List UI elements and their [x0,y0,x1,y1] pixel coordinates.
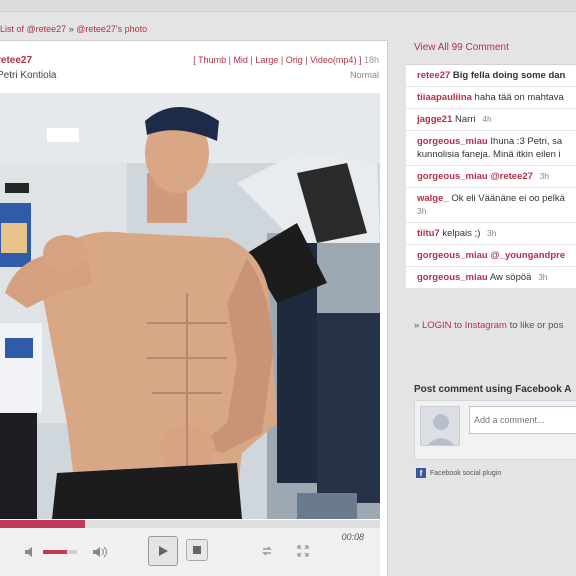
size-link-thumb[interactable]: Thumb [198,55,226,65]
play-icon [159,546,168,556]
comment-item: tiitu7 kelpais ;) 3h [406,223,576,245]
comments-column: View All 99 Comment retee27 Big fella do… [406,36,576,576]
avatar [420,406,460,446]
comment-user[interactable]: retee27 [417,70,450,81]
breadcrumb-list-link[interactable]: List of @retee27 [0,24,66,34]
volume-max-icon[interactable] [92,545,108,559]
default-avatar-icon [421,407,459,445]
login-suffix: to like or pos [509,320,564,331]
comment-time: 3h [538,272,548,282]
view-all-comments-link[interactable]: View All 99 Comment [414,42,509,53]
volume-mute-icon[interactable] [23,545,37,559]
video-time: 00:08 [341,532,364,542]
comment-user[interactable]: gorgeous_miau [417,171,488,182]
size-link-orig[interactable]: Orig [286,55,303,65]
view-mode-label: Normal [349,70,379,80]
facebook-icon: f [416,468,426,478]
photo-card: retee27 Petri Kontiola [ Thumb | Mid | L… [0,40,388,576]
video-progress-fill [0,520,86,528]
size-link-mid[interactable]: Mid [233,55,248,65]
comment-item: gorgeous_miau @retee27 3h [406,166,576,188]
poster-username[interactable]: retee27 [0,55,32,66]
facebook-comment-box [414,400,576,460]
comment-text: Ihuna :3 Petri, sa [490,136,563,147]
facebook-comment-input[interactable] [469,406,576,434]
comment-text: kelpais ;) [442,228,481,239]
facebook-comment-title: Post comment using Facebook A [414,384,572,395]
comment-text-continued: kunnolisia faneja. Minä itkin eilen i [417,149,561,160]
comment-mention[interactable]: @retee27 [490,171,533,182]
comment-user[interactable]: gorgeous_miau [417,136,488,147]
comment-item: gorgeous_miau @_youngandpre [406,245,576,267]
comment-user[interactable]: gorgeous_miau [417,250,488,261]
video-frame[interactable] [0,93,380,519]
comment-item: walge_ Ok eli Väänäne ei oo pelkä 3h [406,188,576,223]
comment-time: 4h [482,114,492,124]
comment-text: Aw söpöä [489,272,532,283]
stop-button[interactable] [186,539,208,561]
comment-text: haha tää on mahtava [474,92,564,103]
video-controls: 00:08 [0,528,380,576]
comment-item: retee27 Big fella doing some dan [406,65,576,87]
fullscreen-button[interactable] [295,543,311,559]
login-prompt: » LOGIN to Instagram to like or pos [414,320,563,331]
loop-icon [262,546,272,556]
comment-text: Narri [455,114,476,125]
breadcrumb-separator: » [68,24,74,34]
comment-user[interactable]: jagge21 [417,114,452,125]
comment-list: retee27 Big fella doing some dan tiiaapa… [406,64,576,289]
comment-item: gorgeous_miau Aw söpöä 3h [406,267,576,289]
volume-slider[interactable] [43,550,77,554]
size-link-video[interactable]: Video(mp4) [310,55,356,65]
comment-mention[interactable]: @_youngandpre [490,250,565,261]
play-button[interactable] [148,536,178,566]
breadcrumb: List of @retee27 » @retee27's photo [0,24,147,34]
login-arrow: » [414,320,420,331]
video-progress-bar[interactable] [0,520,380,528]
comment-time: 3h [417,206,427,216]
facebook-plugin-label: f Facebook social plugin [416,468,501,478]
breadcrumb-photo-link[interactable]: @retee27's photo [76,24,147,34]
post-time: 18h [363,55,379,65]
comment-user[interactable]: tiiaapauliina [417,92,472,103]
volume-fill [43,550,67,554]
poster-full-name: Petri Kontiola [0,70,57,81]
comment-text: Big fella doing some dan [452,70,566,81]
comment-user[interactable]: gorgeous_miau [417,272,488,283]
comment-text: Ok eli Väänäne ei oo pelkä [451,193,565,204]
loop-button[interactable] [259,543,275,559]
size-links: [ Thumb | Mid | Large | Orig | Video(mp4… [193,55,379,65]
comment-time: 3h [539,171,550,181]
comment-item: jagge21 Narri 4h [406,109,576,131]
comment-item: gorgeous_miau Ihuna :3 Petri, sa kunnoli… [406,131,576,166]
video-still [0,93,380,519]
fullscreen-icon [297,545,309,557]
comment-time: 3h [487,228,497,238]
comment-user[interactable]: tiitu7 [417,228,440,239]
stop-icon [193,546,201,554]
login-instagram-link[interactable]: LOGIN to Instagram [422,320,507,331]
top-bar [0,0,576,12]
comment-user[interactable]: walge_ [417,193,449,204]
comment-item: tiiaapauliina haha tää on mahtava [406,87,576,109]
size-link-large[interactable]: Large [255,55,278,65]
facebook-plugin-text: Facebook social plugin [430,469,502,477]
